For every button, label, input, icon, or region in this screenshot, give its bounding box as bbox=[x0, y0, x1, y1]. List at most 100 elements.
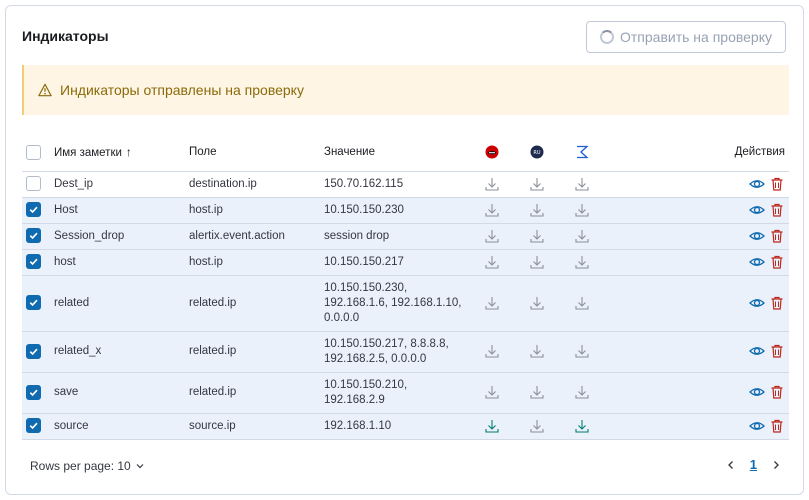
row-checkbox[interactable] bbox=[26, 418, 41, 434]
view-eye-icon[interactable] bbox=[749, 343, 765, 359]
download-source1-icon[interactable] bbox=[484, 254, 500, 270]
delete-trash-icon[interactable] bbox=[769, 295, 785, 311]
download-source1-icon[interactable] bbox=[484, 202, 500, 218]
view-eye-icon[interactable] bbox=[749, 418, 765, 434]
row-checkbox[interactable] bbox=[26, 228, 41, 244]
download-source3-icon[interactable] bbox=[574, 295, 590, 311]
table-row: Dest_ip destination.ip 150.70.162.115 bbox=[22, 171, 789, 198]
download-source2-icon[interactable] bbox=[529, 254, 545, 270]
delete-trash-icon[interactable] bbox=[769, 254, 785, 270]
row-field: destination.ip bbox=[189, 171, 324, 198]
row-field: related.ip bbox=[189, 331, 324, 373]
row-value: session drop bbox=[324, 223, 469, 250]
download-source3-icon[interactable] bbox=[574, 176, 590, 192]
row-field: related.ip bbox=[189, 372, 324, 414]
download-source2-icon[interactable] bbox=[529, 384, 545, 400]
sort-ascending-icon: ↑ bbox=[125, 145, 132, 160]
column-name-header[interactable]: Имя заметки ↑ bbox=[54, 134, 189, 172]
row-name: related bbox=[54, 275, 189, 332]
sigma-logo-icon bbox=[576, 146, 589, 159]
row-value: 10.150.150.210, 192.168.2.9 bbox=[324, 372, 469, 414]
delete-trash-icon[interactable] bbox=[769, 228, 785, 244]
indicators-table: Имя заметки ↑ Поле Значение RU Действия D… bbox=[22, 134, 789, 440]
download-source1-icon[interactable] bbox=[484, 343, 500, 359]
chevron-right-icon[interactable] bbox=[771, 460, 781, 470]
row-checkbox[interactable] bbox=[26, 295, 41, 311]
column-actions-header: Действия bbox=[604, 134, 789, 172]
download-source3-icon[interactable] bbox=[574, 228, 590, 244]
download-source2-icon[interactable] bbox=[529, 418, 545, 434]
warning-callout: Индикаторы отправлены на проверку bbox=[22, 65, 789, 115]
download-source1-icon[interactable] bbox=[484, 295, 500, 311]
warning-icon bbox=[38, 83, 52, 97]
row-actions bbox=[604, 223, 789, 250]
download-source1-icon[interactable] bbox=[484, 228, 500, 244]
page-1-link[interactable]: 1 bbox=[750, 457, 757, 472]
download-source2-icon[interactable] bbox=[529, 228, 545, 244]
view-eye-icon[interactable] bbox=[749, 384, 765, 400]
row-actions bbox=[604, 197, 789, 224]
row-name: source bbox=[54, 413, 189, 440]
download-source2-icon[interactable] bbox=[529, 295, 545, 311]
table-row: save related.ip 10.150.150.210, 192.168.2.… bbox=[22, 372, 789, 414]
panel-title: Индикаторы bbox=[22, 28, 109, 44]
view-eye-icon[interactable] bbox=[749, 228, 765, 244]
row-value: 10.150.150.217, 8.8.8.8, 192.168.2.5, 0.… bbox=[324, 331, 469, 373]
row-value: 150.70.162.115 bbox=[324, 171, 469, 198]
view-eye-icon[interactable] bbox=[749, 202, 765, 218]
redhat-logo-icon bbox=[485, 145, 498, 159]
download-source1-icon[interactable] bbox=[484, 384, 500, 400]
download-source3-icon[interactable] bbox=[574, 202, 590, 218]
row-checkbox[interactable] bbox=[26, 343, 41, 359]
row-name: Session_drop bbox=[54, 223, 189, 250]
table-row: source source.ip 192.168.1.10 bbox=[22, 413, 789, 440]
delete-trash-icon[interactable] bbox=[769, 343, 785, 359]
row-field: alertix.event.action bbox=[189, 223, 324, 250]
download-source3-icon[interactable] bbox=[574, 254, 590, 270]
download-source2-icon[interactable] bbox=[529, 202, 545, 218]
download-source1-icon[interactable] bbox=[484, 176, 500, 192]
chevron-left-icon[interactable] bbox=[726, 460, 736, 470]
delete-trash-icon[interactable] bbox=[769, 202, 785, 218]
send-for-review-button[interactable]: Отправить на проверку bbox=[586, 21, 786, 53]
indicators-panel: Индикаторы Отправить на проверку Индикат… bbox=[5, 5, 804, 495]
table-row: related related.ip 10.150.150.230, 192.168… bbox=[22, 275, 789, 332]
row-checkbox[interactable] bbox=[26, 254, 41, 270]
row-value: 192.168.1.10 bbox=[324, 413, 469, 440]
loading-spinner-icon bbox=[599, 30, 614, 44]
download-source2-icon[interactable] bbox=[529, 343, 545, 359]
row-checkbox[interactable] bbox=[26, 176, 41, 192]
row-checkbox[interactable] bbox=[26, 202, 41, 218]
download-source2-icon[interactable] bbox=[529, 176, 545, 192]
download-source3-icon[interactable] bbox=[574, 343, 590, 359]
select-all-checkbox[interactable] bbox=[26, 144, 41, 160]
table-row: related_x related.ip 10.150.150.217, 8.8.8… bbox=[22, 331, 789, 373]
column-name-label: Имя заметки bbox=[54, 147, 122, 160]
table-row: host host.ip 10.150.150.217 bbox=[22, 249, 789, 276]
row-actions bbox=[604, 413, 789, 440]
chevron-down-icon bbox=[136, 464, 144, 469]
column-field-header: Поле bbox=[189, 134, 324, 172]
row-value: 10.150.150.230, 192.168.1.6, 192.168.1.1… bbox=[324, 275, 469, 332]
rows-per-page-selector[interactable]: Rows per page: 10 bbox=[30, 459, 145, 473]
row-field: host.ip bbox=[189, 197, 324, 224]
column-source2-header: RU bbox=[514, 134, 559, 172]
row-name: host bbox=[54, 249, 189, 276]
download-source1-icon[interactable] bbox=[484, 418, 500, 434]
download-source3-icon[interactable] bbox=[574, 418, 590, 434]
delete-trash-icon[interactable] bbox=[769, 384, 785, 400]
column-value-header: Значение bbox=[324, 134, 469, 172]
view-eye-icon[interactable] bbox=[749, 295, 765, 311]
svg-text:RU: RU bbox=[533, 150, 540, 156]
delete-trash-icon[interactable] bbox=[769, 418, 785, 434]
row-checkbox[interactable] bbox=[26, 384, 41, 400]
rows-per-page-label: Rows per page: 10 bbox=[30, 459, 131, 473]
row-name: save bbox=[54, 372, 189, 414]
view-eye-icon[interactable] bbox=[749, 176, 765, 192]
delete-trash-icon[interactable] bbox=[769, 176, 785, 192]
column-source3-header bbox=[559, 134, 604, 172]
download-source3-icon[interactable] bbox=[574, 384, 590, 400]
row-field: host.ip bbox=[189, 249, 324, 276]
view-eye-icon[interactable] bbox=[749, 254, 765, 270]
ru-logo-icon: RU bbox=[530, 145, 543, 159]
